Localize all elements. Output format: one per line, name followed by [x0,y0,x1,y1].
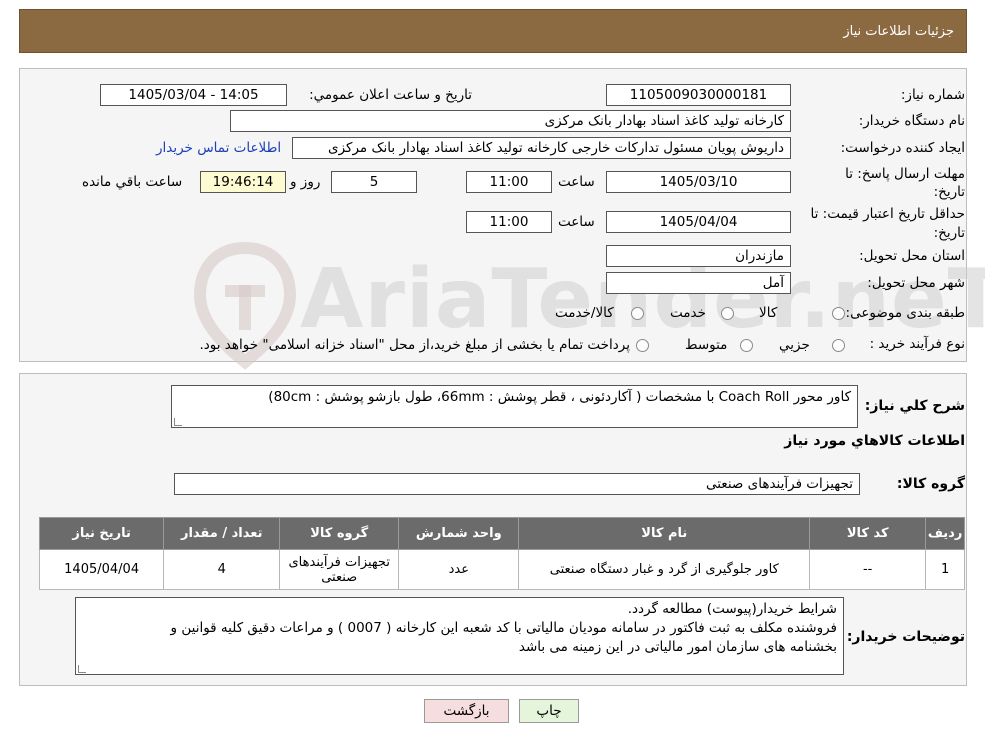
process-note: پرداخت تمام یا بخشی از مبلغ خرید،از محل … [199,337,630,353]
province-label: استان محل تحویل: [859,248,965,264]
city-field: آمل [606,272,791,294]
buyer-org-field: کارخانه تولید کاغذ اسناد بهادار بانک مرک… [230,110,791,132]
need-number-label: شماره نیاز: [900,87,965,103]
col-code: کد کالا [809,517,927,550]
remaining-word: ساعت باقي مانده [82,174,183,190]
process-minor-radio[interactable] [832,339,845,352]
validity-time-field: 11:00 [466,211,552,233]
goods-group-field: تجهیزات فرآیندهای صنعتی [174,473,860,495]
buyer-notes-field: شرایط خریدار(پیوست) مطالعه گردد. فروشنده… [75,597,844,675]
col-unit: واحد شمارش [398,517,520,550]
category-label: طبقه بندی موضوعی: [845,305,965,321]
deadline-date-field: 1405/03/10 [606,171,791,193]
days-remaining-field: 5 [331,171,417,193]
process-minor-label: جزیي [779,337,810,353]
description-label: شرح كلي نياز: [864,398,965,414]
category-service-radio[interactable] [721,307,734,320]
treasury-checkbox[interactable] [636,339,649,352]
process-medium-radio[interactable] [740,339,753,352]
description-field: کاور محور Coach Roll با مشخصات ( آکاردئو… [171,385,858,428]
contact-buyer-link[interactable]: اطلاعات تماس خریدار [156,140,281,156]
validity-time-label: ساعت [558,214,595,230]
need-number-field: 1105009030000181 [606,84,791,106]
goods-table: ردیف کد کالا نام کالا واحد شمارش گروه کا… [38,517,965,590]
col-row: ردیف [925,517,965,550]
category-goods-label: کالا [759,305,778,321]
category-goods-service-label: کالا/خدمت [555,305,614,321]
col-quantity: تعداد / مقدار [163,517,281,550]
category-goods-service-radio[interactable] [631,307,644,320]
description-text: کاور محور Coach Roll با مشخصات ( آکاردئو… [268,389,851,405]
buyer-org-label: نام دستگاه خریدار: [858,113,965,129]
city-label: شهر محل تحویل: [867,275,965,291]
validity-label: حداقل تاریخ اعتبار قیمت: تا [810,206,965,222]
cell-name: کاور جلوگیری از گرد و غبار دستگاه صنعتی [518,549,811,590]
page-header: جزئیات اطلاعات نیاز [19,9,967,53]
category-goods-radio[interactable] [832,307,845,320]
validity-label-date: تاریخ: [933,225,965,241]
cell-row: 1 [925,549,965,590]
buyer-notes-label: توضیحات خریدار: [846,629,965,645]
cell-quantity: 4 [163,549,281,590]
process-medium-label: متوسط [685,337,728,353]
table-header-row: ردیف کد کالا نام کالا واحد شمارش گروه کا… [38,517,965,550]
announce-label: تاریخ و ساعت اعلان عمومي: [309,87,472,103]
resize-grip-icon[interactable] [78,665,86,673]
cell-unit: عدد [398,549,520,590]
days-word: روز و [290,174,321,190]
cell-need-date: 1405/04/04 [38,549,165,590]
creator-field: داریوش پویان مسئول تدارکات خارجی کارخانه… [292,137,791,159]
print-button[interactable]: چاپ [519,699,579,723]
category-service-label: خدمت [670,305,706,321]
remaining-time-field: 19:46:14 [200,171,286,193]
deadline-time-label: ساعت [558,174,595,190]
table-row: 1 -- کاور جلوگیری از گرد و غبار دستگاه ص… [38,549,965,590]
deadline-label: مهلت ارسال پاسخ: تا [845,166,965,182]
buyer-notes-line-1: شرایط خریدار(پیوست) مطالعه گردد. [627,601,837,617]
col-need-date: تاریخ نیاز [38,517,165,550]
province-field: مازندران [606,245,791,267]
col-name: نام کالا [518,517,811,550]
process-label: نوع فرآیند خرید : [869,336,965,352]
cell-group: تجهیزات فرآیندهای صنعتی [279,549,400,590]
back-button[interactable]: بازگشت [424,699,509,723]
deadline-time-field: 11:00 [466,171,552,193]
buyer-notes-line-2: فروشنده مکلف به ثبت فاکتور در سامانه مود… [170,620,837,636]
goods-info-heading: اطلاعات كالاهاي مورد نياز [784,433,965,449]
resize-grip-icon[interactable] [174,418,182,426]
creator-label: ایجاد کننده درخواست: [840,140,965,156]
validity-date-field: 1405/04/04 [606,211,791,233]
announce-field: 1405/03/04 - 14:05 [100,84,287,106]
col-group: گروه کالا [279,517,400,550]
buyer-notes-line-3: بخشنامه های سازمان امور مالیاتی در این ز… [518,639,837,655]
goods-group-label: گروه کالا: [896,476,965,492]
page-title: جزئیات اطلاعات نیاز [843,24,954,39]
cell-code: -- [809,549,927,590]
deadline-label-date: تاریخ: [933,184,965,200]
